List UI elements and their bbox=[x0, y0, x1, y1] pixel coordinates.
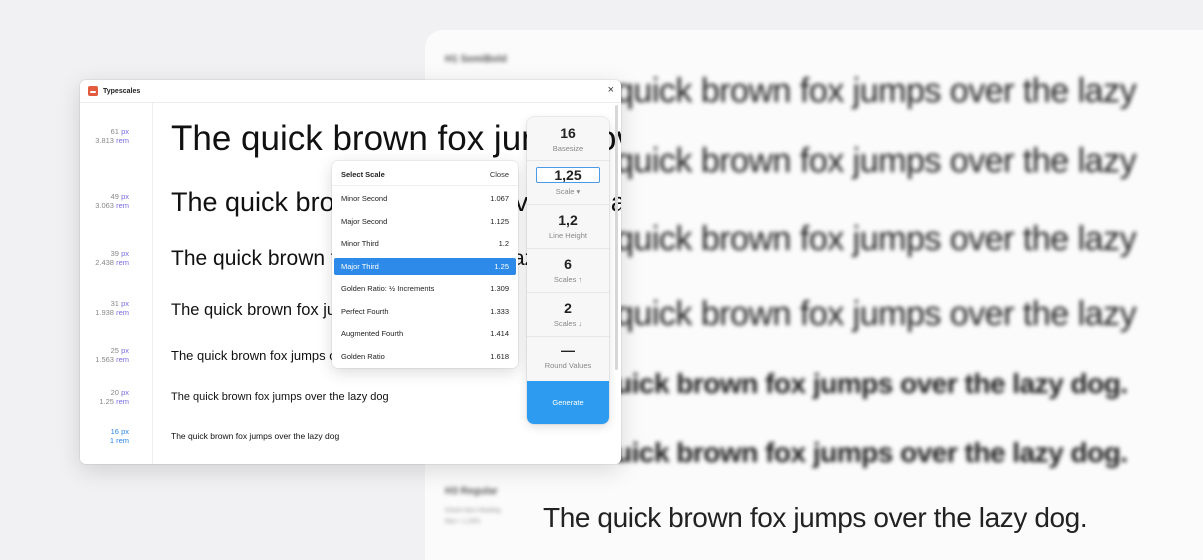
size-label: 49 px 3.063 rem bbox=[95, 192, 129, 210]
divider bbox=[332, 185, 518, 186]
bg-line: quick brown fox jumps over the lazy bbox=[615, 142, 1137, 180]
scrollbar[interactable] bbox=[615, 105, 618, 370]
bg-line: uick brown fox jumps over the lazy dog. bbox=[615, 437, 1128, 468]
round-values-value[interactable]: — bbox=[527, 342, 609, 358]
close-icon[interactable]: × bbox=[608, 84, 614, 96]
scale-dropdown-label[interactable]: Scale ▾ bbox=[527, 187, 609, 196]
settings-panel: 16 Basesize Scale ▾ 1,2 Line Height 6 Sc… bbox=[527, 117, 609, 424]
scales-down-control[interactable]: 2 Scales ↓ bbox=[527, 293, 609, 337]
size-label: 25 px 1.563 rem bbox=[95, 346, 129, 364]
line-height-label: Line Height bbox=[549, 231, 587, 240]
bg-line: quick brown fox jumps over the lazy bbox=[615, 295, 1137, 333]
scales-down-label: Scales ↓ bbox=[553, 319, 583, 328]
bg-line: quick brown fox jumps over the lazy bbox=[615, 72, 1137, 110]
basesize-label: Basesize bbox=[552, 144, 584, 153]
line-height-value[interactable]: 1,2 bbox=[527, 212, 609, 228]
sample-text: The quick brown fox jumps over the lazy … bbox=[171, 391, 389, 403]
size-label: 20 px 1.25 rem bbox=[99, 388, 129, 406]
select-scale-dropdown: Select Scale Close Minor Second 1.067 Maj… bbox=[332, 161, 518, 368]
scale-option[interactable]: Golden Ratio 1.618 bbox=[334, 348, 516, 365]
generate-button[interactable]: Generate bbox=[527, 381, 609, 424]
scale-option[interactable]: Major Second 1.125 bbox=[334, 213, 516, 230]
bg-line: quick brown fox jumps over the lazy bbox=[615, 220, 1137, 258]
scale-option[interactable]: Augmented Fourth 1.414 bbox=[334, 325, 516, 342]
bg-bottom-line: The quick brown fox jumps over the lazy … bbox=[543, 502, 1088, 533]
bg-style-label-top: H1 SemiBold bbox=[445, 54, 507, 65]
bg-line: uick brown fox jumps over the lazy dog. bbox=[615, 368, 1128, 399]
scales-up-value[interactable]: 6 bbox=[527, 256, 609, 272]
dropdown-header: Select Scale Close bbox=[341, 170, 509, 179]
typescales-app-icon bbox=[88, 86, 98, 96]
sample-text: The quick brown fox jumps over the lazy … bbox=[171, 431, 340, 441]
size-label: 61 px 3.813 rem bbox=[95, 127, 129, 145]
scales-up-label: Scales ↑ bbox=[553, 275, 583, 284]
scale-input[interactable] bbox=[536, 167, 600, 183]
window-title: Typescales bbox=[103, 87, 141, 95]
scale-option[interactable]: Golden Ratio: ½ Increments 1.309 bbox=[334, 280, 516, 297]
scale-control[interactable]: Scale ▾ bbox=[527, 161, 609, 205]
basesize-control[interactable]: 16 Basesize bbox=[527, 117, 609, 161]
dropdown-title: Select Scale bbox=[341, 170, 385, 179]
size-gutter: 61 px 3.813 rem 49 px 3.063 rem 39 px 2.… bbox=[80, 103, 153, 464]
scale-option[interactable]: Minor Third 1.2 bbox=[334, 235, 516, 252]
titlebar: Typescales × bbox=[80, 80, 621, 103]
scales-down-value[interactable]: 2 bbox=[527, 300, 609, 316]
scale-option-selected[interactable]: Major Third 1.25 bbox=[334, 258, 516, 275]
scale-option[interactable]: Perfect Fourth 1.333 bbox=[334, 303, 516, 320]
bg-style-label-bottom: H3 Regular bbox=[445, 486, 498, 497]
size-label-base: 16 px 1 rem bbox=[109, 427, 129, 445]
basesize-value[interactable]: 16 bbox=[527, 125, 609, 141]
scale-option[interactable]: Minor Second 1.067 bbox=[334, 190, 516, 207]
round-values-toggle[interactable]: — Round Values bbox=[527, 337, 609, 381]
size-label: 39 px 2.438 rem bbox=[95, 249, 129, 267]
scales-up-control[interactable]: 6 Scales ↑ bbox=[527, 249, 609, 293]
bg-style-sub-1: Inherit Hero Heading bbox=[445, 508, 501, 514]
bg-style-sub-2: Max = 1.25% bbox=[445, 519, 481, 525]
dropdown-close-button[interactable]: Close bbox=[490, 170, 509, 179]
line-height-control[interactable]: 1,2 Line Height bbox=[527, 205, 609, 249]
round-values-label: Round Values bbox=[544, 361, 592, 370]
size-label: 31 px 1.938 rem bbox=[95, 299, 129, 317]
